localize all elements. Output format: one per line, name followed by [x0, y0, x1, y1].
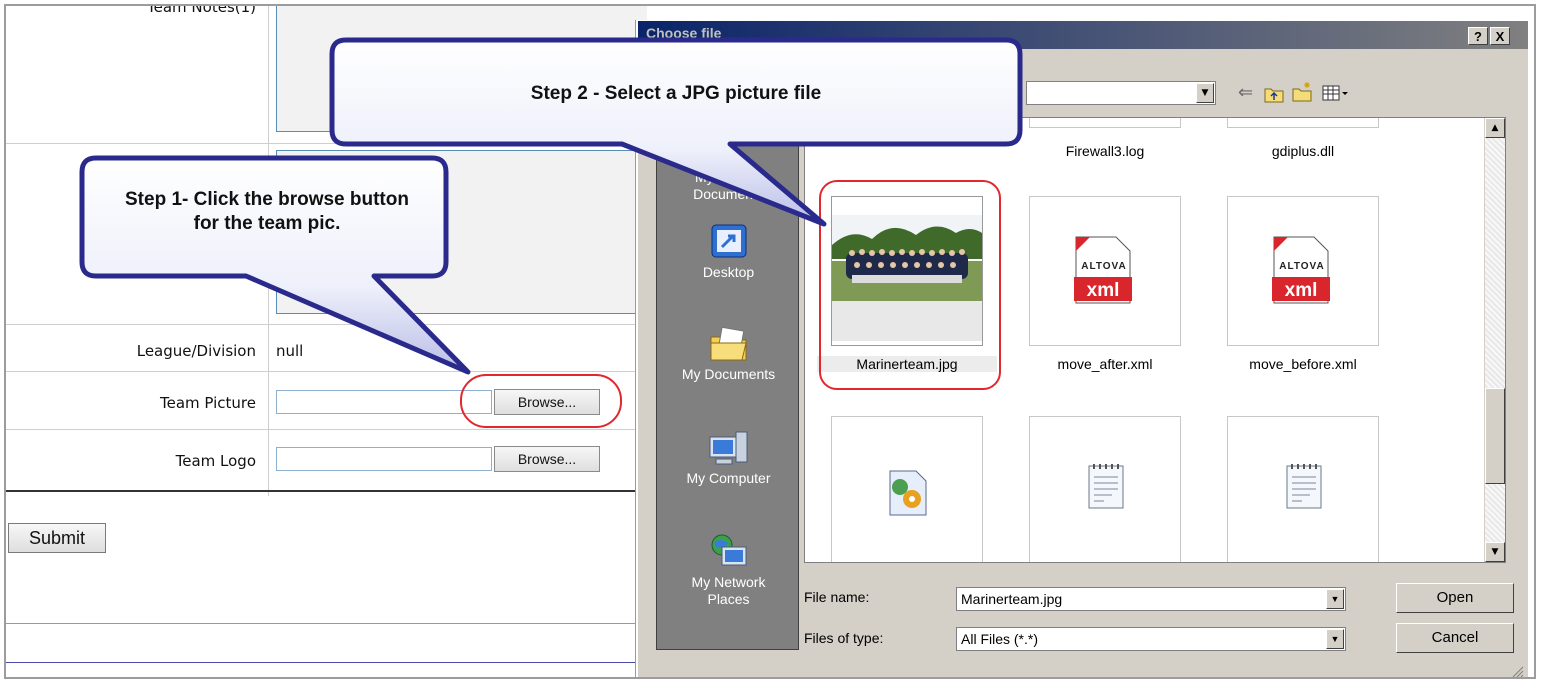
- callout-shapes: [79, 37, 1023, 375]
- step1-callout-text: Step 1- Click the browse button for the …: [125, 189, 409, 234]
- screenshot-frame: Team Notes(1) League/Division null Team …: [4, 4, 1536, 679]
- step2-callout-text: Step 2 - Select a JPG picture file: [530, 83, 822, 104]
